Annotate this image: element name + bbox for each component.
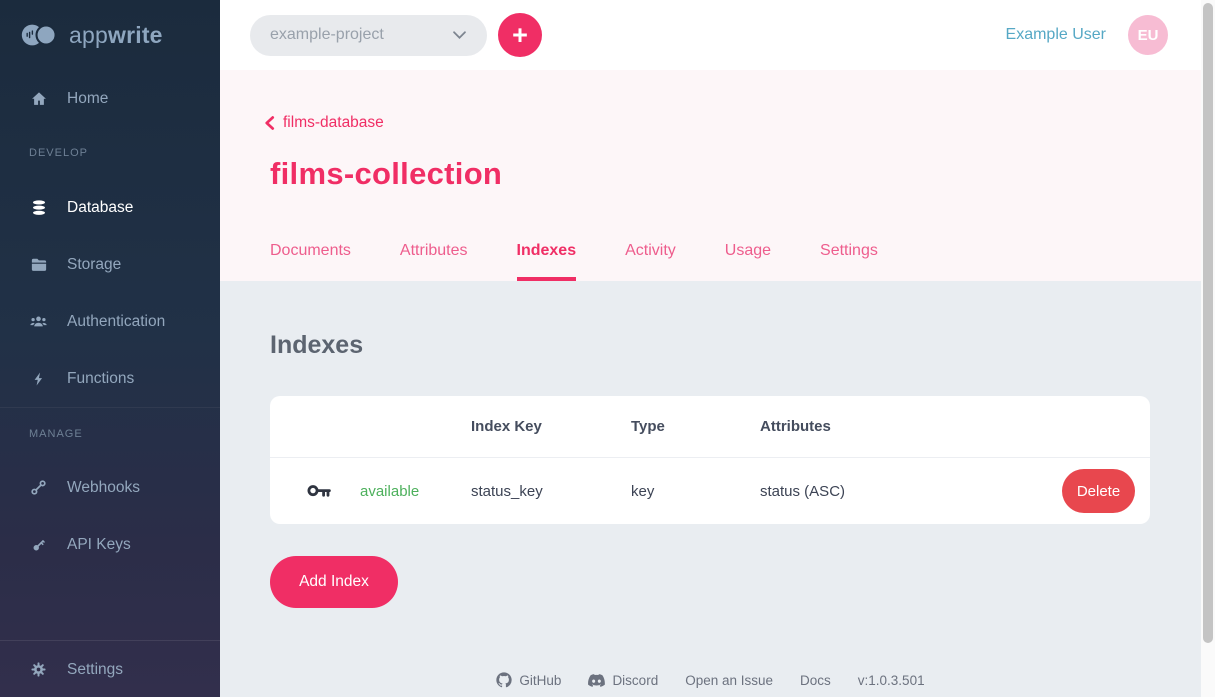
main-area: example-project + Example User EU films-… [220, 0, 1201, 697]
tab-documents[interactable]: Documents [270, 242, 351, 281]
sidebar-item-label: API Keys [67, 536, 131, 554]
sidebar: appwrite Home DEVELOP Database Storage [0, 0, 220, 697]
user-name-link[interactable]: Example User [1006, 26, 1106, 44]
sidebar-item-authentication[interactable]: Authentication [0, 293, 220, 350]
project-selector-value: example-project [270, 26, 384, 44]
footer-version: v:1.0.3.501 [858, 673, 925, 688]
sidebar-item-webhooks[interactable]: Webhooks [0, 459, 220, 516]
footer-open-issue-link[interactable]: Open an Issue [685, 673, 773, 688]
collection-tabs: Documents Attributes Indexes Activity Us… [270, 242, 878, 281]
breadcrumb-label: films-database [283, 114, 384, 132]
column-header-index-key: Index Key [471, 418, 631, 435]
indexes-panel: Indexes Index Key Type Attributes availa… [220, 281, 1201, 697]
plus-icon: + [512, 20, 528, 50]
index-key-cell: status_key [471, 483, 631, 500]
tab-activity[interactable]: Activity [625, 242, 676, 281]
sidebar-item-database[interactable]: Database [0, 179, 220, 236]
sidebar-item-settings[interactable]: Settings [0, 641, 220, 697]
appwrite-logo-text: appwrite [69, 22, 163, 49]
page-title: films-collection [270, 156, 502, 192]
footer-docs-link[interactable]: Docs [800, 673, 831, 688]
footer-discord-link[interactable]: Discord [588, 673, 658, 688]
sidebar-item-label: Database [67, 199, 133, 217]
key-icon [270, 482, 360, 500]
footer-github-link[interactable]: GitHub [496, 672, 561, 688]
column-header-type: Type [631, 418, 760, 435]
chevron-left-icon [264, 115, 275, 131]
sidebar-section-manage: MANAGE [0, 407, 220, 459]
table-row: available status_key key status (ASC) De… [270, 458, 1150, 524]
column-header-attributes: Attributes [760, 418, 1030, 435]
sidebar-item-storage[interactable]: Storage [0, 236, 220, 293]
delete-index-button[interactable]: Delete [1062, 469, 1135, 513]
collection-header: films-database films-collection Document… [220, 70, 1201, 281]
tab-settings[interactable]: Settings [820, 242, 878, 281]
section-heading: Indexes [270, 331, 363, 360]
sidebar-item-label: Webhooks [67, 479, 140, 497]
database-icon [29, 199, 48, 217]
sidebar-section-develop: DEVELOP [0, 127, 220, 179]
sidebar-item-home[interactable]: Home [0, 70, 220, 127]
chevron-down-icon [452, 30, 467, 40]
tab-indexes[interactable]: Indexes [517, 242, 577, 281]
add-index-button[interactable]: Add Index [270, 556, 398, 608]
index-type-cell: key [631, 483, 760, 500]
topbar: example-project + Example User EU [220, 0, 1201, 70]
appwrite-logo-icon [20, 22, 60, 48]
project-selector[interactable]: example-project [250, 15, 487, 56]
sidebar-item-label: Home [67, 90, 108, 108]
home-icon [29, 90, 48, 108]
sidebar-item-label: Settings [67, 661, 123, 679]
authentication-icon [29, 313, 48, 331]
tab-attributes[interactable]: Attributes [400, 242, 468, 281]
storage-icon [29, 256, 48, 274]
webhooks-icon [29, 479, 48, 496]
breadcrumb[interactable]: films-database [264, 114, 384, 132]
avatar[interactable]: EU [1128, 15, 1168, 55]
add-project-button[interactable]: + [498, 13, 542, 57]
functions-icon [29, 370, 48, 388]
scrollbar-thumb[interactable] [1203, 3, 1213, 643]
sidebar-item-label: Functions [67, 370, 134, 388]
index-status: available [360, 483, 471, 500]
api-keys-icon [29, 536, 48, 554]
gear-icon [29, 661, 48, 678]
appwrite-logo[interactable]: appwrite [0, 0, 220, 70]
github-icon [496, 672, 512, 688]
indexes-table: Index Key Type Attributes available stat… [270, 396, 1150, 524]
index-attributes-cell: status (ASC) [760, 483, 1030, 500]
tab-usage[interactable]: Usage [725, 242, 771, 281]
sidebar-item-label: Storage [67, 256, 121, 274]
avatar-initials: EU [1138, 27, 1159, 44]
sidebar-item-functions[interactable]: Functions [0, 350, 220, 407]
scrollbar-track[interactable] [1201, 0, 1215, 697]
sidebar-item-api-keys[interactable]: API Keys [0, 516, 220, 573]
footer: GitHub Discord Open an Issue Docs v:1.0.… [220, 663, 1201, 697]
table-header-row: Index Key Type Attributes [270, 396, 1150, 458]
sidebar-item-label: Authentication [67, 313, 165, 331]
discord-icon [588, 674, 605, 687]
